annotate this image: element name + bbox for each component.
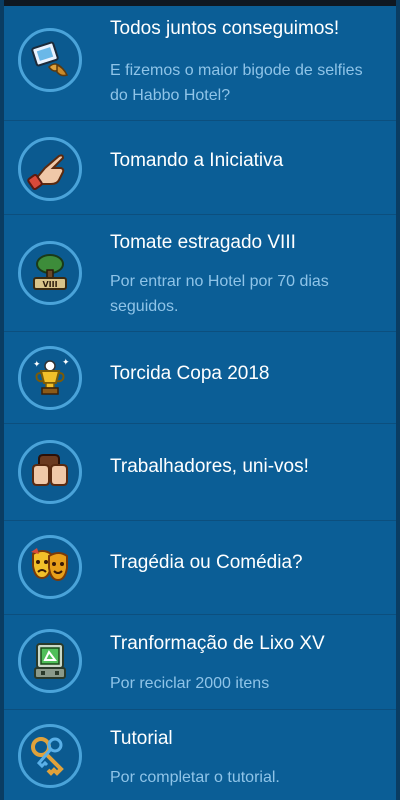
recycle-machine-icon [18, 629, 82, 693]
achievement-item-tomando-iniciativa[interactable]: Tomando a Iniciativa [4, 121, 396, 215]
achievement-description: E fizemos o maior bigode de selfies do H… [110, 62, 363, 104]
achievement-title: Trabalhadores, uni-vos! [110, 456, 309, 477]
achievement-title: Torcida Copa 2018 [110, 363, 270, 384]
achievement-item-trabalhadores[interactable]: Trabalhadores, uni-vos! [4, 424, 396, 521]
achievement-title: Tragédia ou Comédia? [110, 552, 303, 573]
svg-text:VIII: VIII [42, 280, 57, 289]
svg-text:✦: ✦ [33, 360, 41, 370]
pointing-hand-icon [18, 137, 82, 201]
achievement-title: Tomate estragado VIII [110, 232, 296, 253]
achievement-title: Todos juntos conseguimos! [110, 18, 340, 39]
trophy-icon: ✦ ✦ [18, 346, 82, 410]
svg-text:✦: ✦ [62, 358, 70, 368]
achievement-title: Tomando a Iniciativa [110, 150, 284, 171]
theater-masks-icon [18, 535, 82, 599]
achievement-description: Por completar o tutorial. [110, 769, 280, 786]
achievements-panel: Todos juntos conseguimos! E fizemos o ma… [0, 0, 400, 800]
achievement-item-tragedia-comedia[interactable]: Tragédia ou Comédia? [4, 521, 396, 615]
selfie-mustache-icon [18, 28, 82, 92]
achievement-item-tomate-estragado[interactable]: VIII Tomate estragado VIII Por entrar no… [4, 215, 396, 332]
achievement-item-tutorial[interactable]: Tutorial Por completar o tutorial. [4, 710, 396, 800]
achievement-title: Tranformação de Lixo XV [110, 633, 325, 654]
achievement-description: Por entrar no Hotel por 70 dias seguidos… [110, 273, 329, 315]
achievement-item-torcida-copa[interactable]: ✦ ✦ Torcida Copa 2018 [4, 332, 396, 424]
keys-icon [18, 724, 82, 788]
achievement-item-todos-juntos[interactable]: Todos juntos conseguimos! E fizemos o ma… [4, 0, 396, 121]
achievement-title: Tutorial [110, 728, 173, 749]
achievement-item-transformacao-lixo[interactable]: Tranformação de Lixo XV Por reciclar 200… [4, 615, 396, 710]
achievement-description: Por reciclar 2000 itens [110, 675, 270, 692]
tree-viii-icon: VIII [18, 241, 82, 305]
raised-fists-icon [18, 440, 82, 504]
